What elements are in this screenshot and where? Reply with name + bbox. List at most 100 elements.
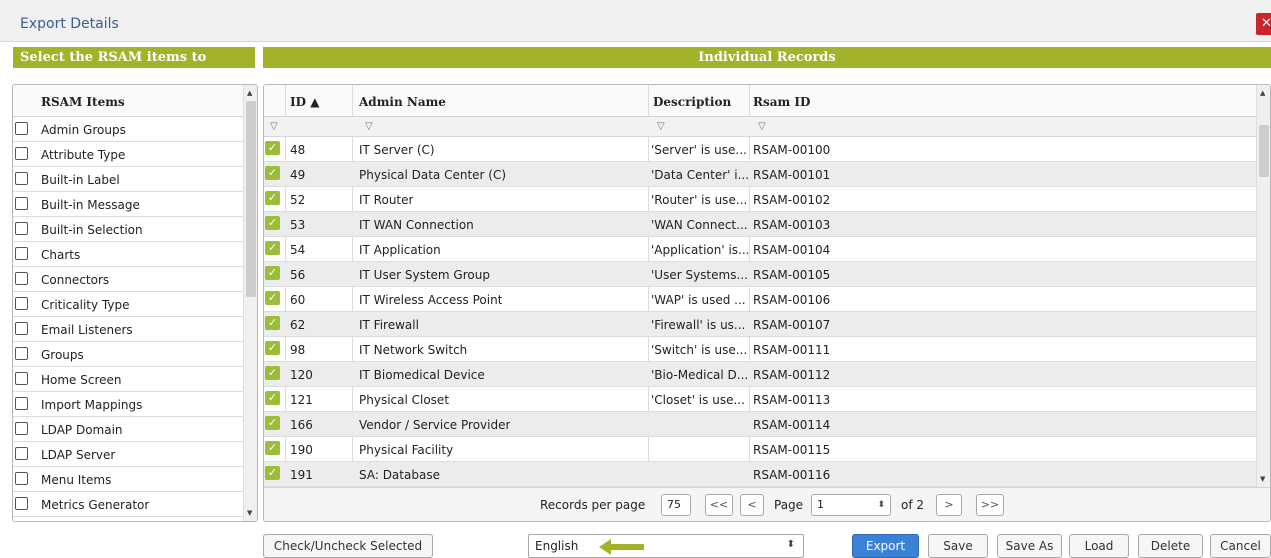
table-row[interactable]: ✓ 62 IT Firewall 'Firewall' is us... RSAM-00…: [264, 312, 1258, 337]
row-checkbox[interactable]: ✓: [265, 466, 280, 480]
list-item[interactable]: Menu Items: [13, 467, 257, 492]
load-button[interactable]: Load: [1069, 534, 1129, 558]
save-button[interactable]: Save: [928, 534, 988, 558]
table-row[interactable]: ✓ 60 IT Wireless Access Point 'WAP' is used…: [264, 287, 1258, 312]
save-as-button[interactable]: Save As: [997, 534, 1062, 558]
scroll-thumb[interactable]: [246, 101, 256, 297]
scroll-up-icon[interactable]: ▲: [1260, 89, 1265, 97]
list-item[interactable]: Connectors: [13, 267, 257, 292]
list-item[interactable]: Email Listeners: [13, 317, 257, 342]
table-row[interactable]: ✓ 56 IT User System Group 'User Systems... R…: [264, 262, 1258, 287]
row-checkbox[interactable]: ✓: [265, 216, 280, 230]
cell-rsam-id: RSAM-00112: [753, 368, 831, 382]
list-item[interactable]: Groups: [13, 342, 257, 367]
list-item[interactable]: Built-in Label: [13, 167, 257, 192]
list-item[interactable]: Attribute Type: [13, 142, 257, 167]
cell-admin-name: IT Firewall: [359, 318, 419, 332]
table-row[interactable]: ✓ 53 IT WAN Connection 'WAN Connect... RSAM-…: [264, 212, 1258, 237]
records-per-page-input[interactable]: 75: [661, 494, 691, 516]
table-row[interactable]: ✓ 49 Physical Data Center (C) 'Data Center'…: [264, 162, 1258, 187]
item-checkbox[interactable]: [15, 372, 28, 385]
cancel-button[interactable]: Cancel: [1210, 534, 1271, 558]
filter-icon[interactable]: ▽: [657, 121, 665, 132]
close-icon[interactable]: ✕: [1256, 13, 1271, 35]
row-checkbox[interactable]: ✓: [265, 441, 280, 455]
table-row[interactable]: ✓ 48 IT Server (C) 'Server' is use... RSAM-0…: [264, 137, 1258, 162]
item-checkbox[interactable]: [15, 297, 28, 310]
first-page-button[interactable]: <<: [705, 494, 733, 516]
row-checkbox[interactable]: ✓: [265, 416, 280, 430]
row-checkbox[interactable]: ✓: [265, 141, 280, 155]
list-item[interactable]: LDAP Domain: [13, 417, 257, 442]
next-page-button[interactable]: >: [936, 494, 962, 516]
table-row[interactable]: ✓ 52 IT Router 'Router' is use... RSAM-00102: [264, 187, 1258, 212]
column-rsam-id[interactable]: Rsam ID: [753, 95, 810, 109]
cell-admin-name: IT Wireless Access Point: [359, 293, 503, 307]
last-page-button[interactable]: >>: [976, 494, 1004, 516]
list-item[interactable]: Metrics Generator: [13, 492, 257, 517]
item-checkbox[interactable]: [15, 147, 28, 160]
item-checkbox[interactable]: [15, 422, 28, 435]
item-checkbox[interactable]: [15, 172, 28, 185]
list-item[interactable]: LDAP Server: [13, 442, 257, 467]
item-label: Attribute Type: [41, 148, 126, 162]
item-checkbox[interactable]: [15, 347, 28, 360]
row-checkbox[interactable]: ✓: [265, 391, 280, 405]
delete-button[interactable]: Delete: [1138, 534, 1203, 558]
table-row[interactable]: ✓ 190 Physical Facility RSAM-00115: [264, 437, 1258, 462]
row-checkbox[interactable]: ✓: [265, 191, 280, 205]
filter-icon[interactable]: ▽: [365, 121, 373, 132]
item-checkbox[interactable]: [15, 122, 28, 135]
row-checkbox[interactable]: ✓: [265, 241, 280, 255]
list-item[interactable]: Import Mappings: [13, 392, 257, 417]
stepper-icon[interactable]: ⬍: [877, 495, 885, 515]
table-row[interactable]: ✓ 120 IT Biomedical Device 'Bio-Medical D..…: [264, 362, 1258, 387]
list-item[interactable]: Admin Groups: [13, 117, 257, 142]
item-checkbox[interactable]: [15, 397, 28, 410]
row-checkbox[interactable]: ✓: [265, 366, 280, 380]
row-checkbox[interactable]: ✓: [265, 291, 280, 305]
filter-icon[interactable]: ▽: [270, 121, 278, 132]
list-item[interactable]: Charts: [13, 242, 257, 267]
row-checkbox[interactable]: ✓: [265, 341, 280, 355]
language-select[interactable]: English ⬍: [528, 534, 804, 558]
cell-id: 191: [290, 468, 313, 482]
item-checkbox[interactable]: [15, 222, 28, 235]
row-checkbox[interactable]: ✓: [265, 166, 280, 180]
table-row[interactable]: ✓ 166 Vendor / Service Provider RSAM-00114: [264, 412, 1258, 437]
list-item[interactable]: Criticality Type: [13, 292, 257, 317]
item-checkbox[interactable]: [15, 272, 28, 285]
item-checkbox[interactable]: [15, 447, 28, 460]
list-item[interactable]: Home Screen: [13, 367, 257, 392]
check-uncheck-selected-button[interactable]: Check/Uncheck Selected: [263, 534, 433, 558]
prev-page-button[interactable]: <: [740, 494, 764, 516]
list-item[interactable]: Built-in Message: [13, 192, 257, 217]
item-checkbox[interactable]: [15, 497, 28, 510]
column-description[interactable]: Description: [653, 95, 731, 109]
row-checkbox[interactable]: ✓: [265, 316, 280, 330]
item-checkbox[interactable]: [15, 322, 28, 335]
left-scrollbar[interactable]: ▲ ▼: [243, 85, 257, 521]
scroll-down-icon[interactable]: ▼: [247, 509, 252, 517]
list-item[interactable]: Built-in Selection: [13, 217, 257, 242]
export-button[interactable]: Export: [852, 534, 919, 558]
item-checkbox[interactable]: [15, 197, 28, 210]
item-checkbox[interactable]: [15, 472, 28, 485]
table-row[interactable]: ✓ 121 Physical Closet 'Closet' is use... RSA…: [264, 387, 1258, 412]
row-checkbox[interactable]: ✓: [265, 266, 280, 280]
table-row[interactable]: ✓ 98 IT Network Switch 'Switch' is use... RS…: [264, 337, 1258, 362]
column-admin-name[interactable]: Admin Name: [359, 95, 446, 109]
item-checkbox[interactable]: [15, 247, 28, 260]
cell-id: 121: [290, 393, 313, 407]
cell-rsam-id: RSAM-00104: [753, 243, 831, 257]
grid-scrollbar[interactable]: ▲ ▼: [1256, 85, 1270, 487]
cell-admin-name: Physical Closet: [359, 393, 450, 407]
table-row[interactable]: ✓ 54 IT Application 'Application' is... RSAM…: [264, 237, 1258, 262]
filter-icon[interactable]: ▽: [758, 121, 766, 132]
column-id[interactable]: ID ▲: [290, 95, 319, 109]
table-row[interactable]: ✓ 191 SA: Database RSAM-00116: [264, 462, 1258, 487]
scroll-thumb[interactable]: [1259, 125, 1269, 177]
page-input[interactable]: 1 ⬍: [811, 494, 891, 516]
scroll-down-icon[interactable]: ▼: [1260, 475, 1265, 483]
scroll-up-icon[interactable]: ▲: [247, 89, 252, 97]
